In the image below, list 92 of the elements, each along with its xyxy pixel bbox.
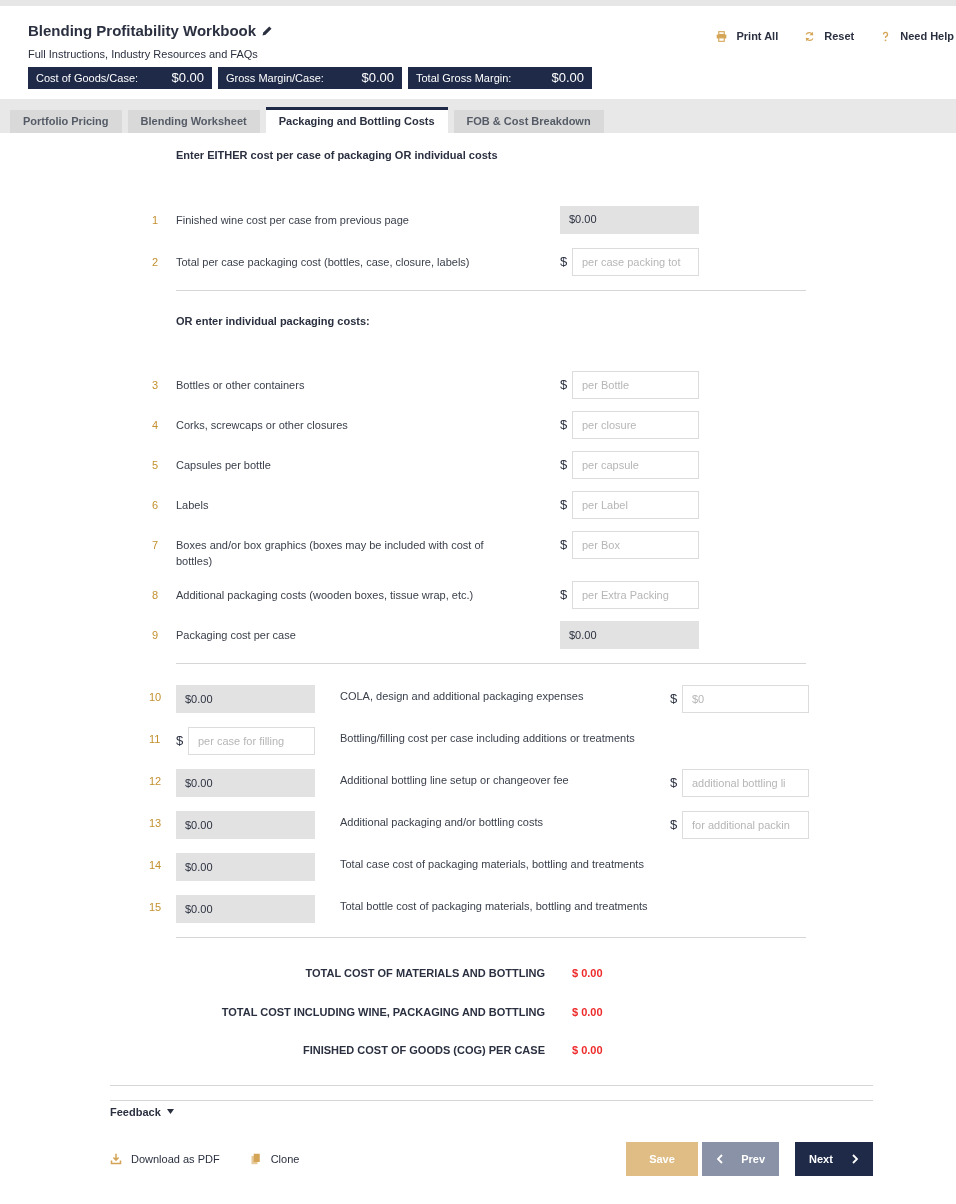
- row-number: 8: [151, 588, 160, 603]
- readonly-value: $0.00: [176, 895, 315, 923]
- readonly-value: $0.00: [176, 769, 315, 797]
- row-number: 4: [151, 418, 160, 433]
- input-field[interactable]: per Extra Packing: [572, 581, 699, 609]
- dollar-sign: $: [670, 690, 679, 709]
- row-label: Corks, screwcaps or other closures: [176, 418, 349, 433]
- next-button[interactable]: Next: [795, 1142, 873, 1176]
- reset-button[interactable]: Reset: [804, 29, 855, 43]
- section-heading: Enter EITHER cost per case of packaging OR individual costs: [175, 148, 499, 163]
- row-number: 10: [148, 690, 163, 705]
- metric-value: $0.00: [171, 69, 204, 88]
- tab[interactable]: Blending Worksheet: [127, 110, 260, 133]
- row-label: Total case cost of packaging materials, bottling and treatments: [340, 857, 645, 872]
- readonly-value: $0.00: [560, 621, 699, 649]
- feedback-toggle[interactable]: Feedback: [110, 1103, 174, 1120]
- clone-link[interactable]: Clone: [249, 1150, 300, 1168]
- row-label: Bottles or other containers: [176, 378, 306, 393]
- chevron-right-icon: [851, 1154, 859, 1164]
- input-field[interactable]: per closure: [572, 411, 699, 439]
- total-value: $ 0.00: [572, 966, 603, 981]
- row-number: 9: [151, 628, 160, 643]
- refresh-icon: [804, 30, 816, 42]
- row-label: Boxes and/or box graphics (boxes may be included with cost of bottles): [176, 538, 485, 569]
- total-value: $ 0.00: [572, 1004, 603, 1020]
- page-title: Blending Profitability Workbook: [28, 21, 257, 41]
- instructions-link[interactable]: Full Instructions, Industry Resources and FAQs: [28, 45, 258, 62]
- printer-icon: [716, 30, 728, 42]
- metric-value: $0.00: [361, 69, 394, 88]
- readonly-value: $0.00: [176, 811, 315, 839]
- download-icon: [110, 1153, 122, 1165]
- copy-icon: [249, 1153, 262, 1165]
- row-number: 14: [148, 858, 163, 873]
- input-field[interactable]: per case for filling: [188, 727, 315, 755]
- row-number: 3: [151, 378, 160, 393]
- readonly-value: $0.00: [560, 205, 699, 234]
- dollar-sign: $: [670, 774, 679, 793]
- input-field[interactable]: per case packing tot: [572, 247, 699, 276]
- row-label: Additional packaging and/or bottling costs: [340, 815, 545, 830]
- total-value: $ 0.00: [572, 1043, 603, 1058]
- row-label: Labels: [176, 498, 210, 513]
- total-label: TOTAL COST INCLUDING WINE, PACKAGING AND BOTTLING: [220, 1004, 545, 1020]
- input-field[interactable]: per capsule: [572, 451, 699, 479]
- dollar-sign: $: [560, 416, 569, 435]
- pencil-icon: [261, 25, 274, 38]
- row-number: 5: [151, 458, 160, 473]
- input-field[interactable]: per Bottle: [572, 371, 699, 399]
- dollar-sign: $: [560, 376, 569, 395]
- help-button[interactable]: Need Help: [880, 29, 954, 43]
- input-field[interactable]: for additional packin: [682, 811, 809, 839]
- print-button[interactable]: Print All: [716, 29, 779, 43]
- row-number: 2: [151, 254, 160, 270]
- readonly-value: $0.00: [176, 685, 315, 713]
- row-label: Bottling/filling cost per case including additions or treatments: [340, 731, 636, 746]
- dollar-sign: $: [560, 586, 569, 605]
- row-label: Total bottle cost of packaging materials, bottling and treatments: [340, 899, 649, 914]
- total-label: TOTAL COST OF MATERIALS AND BOTTLING: [304, 966, 545, 981]
- dollar-sign: $: [560, 456, 569, 475]
- chevron-left-icon: [716, 1154, 724, 1164]
- row-label: Total per case packaging cost (bottles, case, closure, labels): [176, 254, 471, 270]
- dollar-sign: $: [560, 536, 569, 555]
- input-field[interactable]: per Box: [572, 531, 699, 559]
- metric-label: Gross Margin/Case:: [226, 70, 324, 86]
- row-number: 15: [148, 900, 163, 915]
- tab[interactable]: Portfolio Pricing: [10, 110, 122, 133]
- dollar-sign: $: [560, 496, 569, 515]
- row-number: 7: [151, 538, 160, 553]
- dollar-sign: $: [176, 732, 185, 751]
- tab[interactable]: Packaging and Bottling Costs: [265, 107, 448, 133]
- dollar-sign: $: [670, 816, 679, 835]
- row-label: Packaging cost per case: [176, 628, 297, 643]
- metric-value: $0.00: [551, 69, 584, 88]
- section-heading: OR enter individual packaging costs:: [175, 313, 371, 329]
- readonly-value: $0.00: [176, 853, 315, 881]
- row-label: COLA, design and additional packaging expenses: [340, 689, 585, 704]
- row-label: Capsules per bottle: [176, 458, 272, 473]
- row-number: 13: [148, 816, 163, 831]
- total-label: FINISHED COST OF GOODS (COG) PER CASE: [301, 1043, 545, 1058]
- metric-label: Cost of Goods/Case:: [36, 70, 139, 86]
- row-number: 1: [151, 212, 160, 228]
- row-label: Finished wine cost per case from previous page: [176, 212, 410, 228]
- input-field[interactable]: $0: [682, 685, 809, 713]
- input-field[interactable]: per Label: [572, 491, 699, 519]
- row-number: 11: [148, 732, 162, 747]
- row-number: 12: [148, 774, 163, 789]
- metric-label: Total Gross Margin:: [416, 70, 512, 86]
- row-label: Additional bottling line setup or changeover fee: [340, 773, 570, 788]
- tab[interactable]: FOB & Cost Breakdown: [453, 110, 604, 133]
- row-label: Additional packaging costs (wooden boxes, tissue wrap, etc.): [176, 588, 475, 603]
- dollar-sign: $: [560, 252, 569, 271]
- download-link[interactable]: Download as PDF: [110, 1150, 220, 1168]
- row-number: 6: [151, 498, 160, 513]
